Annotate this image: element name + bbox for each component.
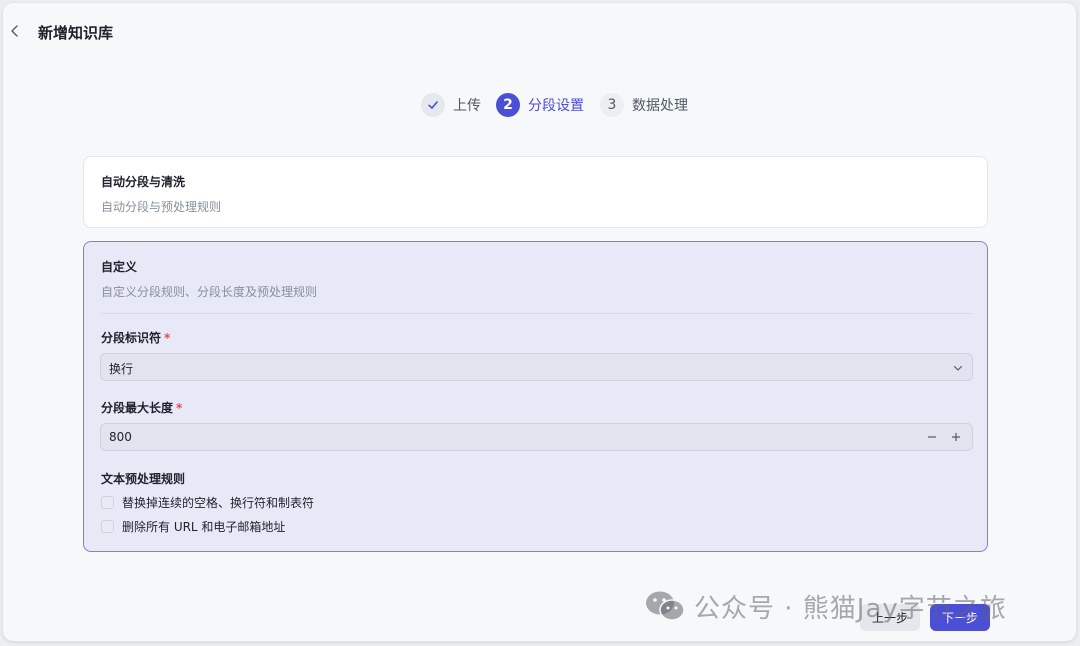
checkbox[interactable] xyxy=(101,495,114,509)
separator-value: 换行 xyxy=(109,362,134,376)
option-description: 自动分段与预处理规则 xyxy=(101,200,222,214)
step-upload[interactable]: 上传 xyxy=(421,91,481,119)
step-label: 数据处理 xyxy=(632,98,688,114)
rule-replace-whitespace[interactable]: 替换掉连续的空格、换行符和制表符 xyxy=(101,494,314,510)
divider xyxy=(101,313,972,314)
step-label: 上传 xyxy=(453,98,481,114)
max-length-value: 800 xyxy=(109,430,132,444)
stepper: 上传 2 分段设置 3 数据处理 xyxy=(3,91,1076,119)
step-done-marker xyxy=(421,93,445,117)
step-label: 分段设置 xyxy=(528,98,584,114)
required-mark: * xyxy=(164,331,171,345)
required-mark: * xyxy=(176,401,183,415)
max-length-label: 分段最大长度 * xyxy=(101,399,182,416)
wechat-icon xyxy=(646,591,685,621)
separator-label: 分段标识符 * xyxy=(101,329,170,346)
page-title: 新增知识库 xyxy=(38,24,114,42)
app-window: 新增知识库 上传 2 分段设置 3 数据处理 自动分段与清洗 自动分段与预处理规… xyxy=(3,3,1076,641)
checkbox[interactable] xyxy=(101,519,114,533)
increment-button[interactable] xyxy=(946,427,966,447)
step-segment-settings[interactable]: 2 分段设置 xyxy=(496,91,584,119)
rule-remove-urls-emails[interactable]: 删除所有 URL 和电子邮箱地址 xyxy=(101,518,285,534)
auto-segment-option[interactable]: 自动分段与清洗 自动分段与预处理规则 xyxy=(83,156,988,228)
check-icon xyxy=(428,101,438,109)
step-data-processing[interactable]: 3 数据处理 xyxy=(600,91,688,119)
separator-select[interactable]: 换行 xyxy=(100,353,973,381)
minus-icon xyxy=(928,436,936,438)
option-title: 自定义 xyxy=(101,260,138,274)
prev-step-button[interactable]: 上一步 xyxy=(860,604,920,631)
option-title: 自动分段与清洗 xyxy=(101,175,186,189)
separator-label-text: 分段标识符 xyxy=(101,331,162,345)
max-length-label-text: 分段最大长度 xyxy=(101,401,174,415)
plus-icon xyxy=(952,433,960,441)
decrement-button[interactable] xyxy=(922,427,942,447)
checkbox-label: 删除所有 URL 和电子邮箱地址 xyxy=(122,519,286,534)
step-number: 2 xyxy=(496,93,520,117)
chevron-down-icon xyxy=(953,365,963,371)
checkbox-label: 替换掉连续的空格、换行符和制表符 xyxy=(122,495,315,510)
custom-segment-option[interactable]: 自定义 自定义分段规则、分段长度及预处理规则 分段标识符 * 换行 分段最大长度 *… xyxy=(83,241,988,552)
max-length-input[interactable]: 800 xyxy=(100,423,973,451)
next-step-button[interactable]: 下一步 xyxy=(930,604,990,631)
option-description: 自定义分段规则、分段长度及预处理规则 xyxy=(101,285,318,299)
chevron-left-icon xyxy=(11,25,18,37)
preprocess-label: 文本预处理规则 xyxy=(101,472,186,486)
back-button[interactable] xyxy=(7,23,23,39)
step-number: 3 xyxy=(600,93,624,117)
